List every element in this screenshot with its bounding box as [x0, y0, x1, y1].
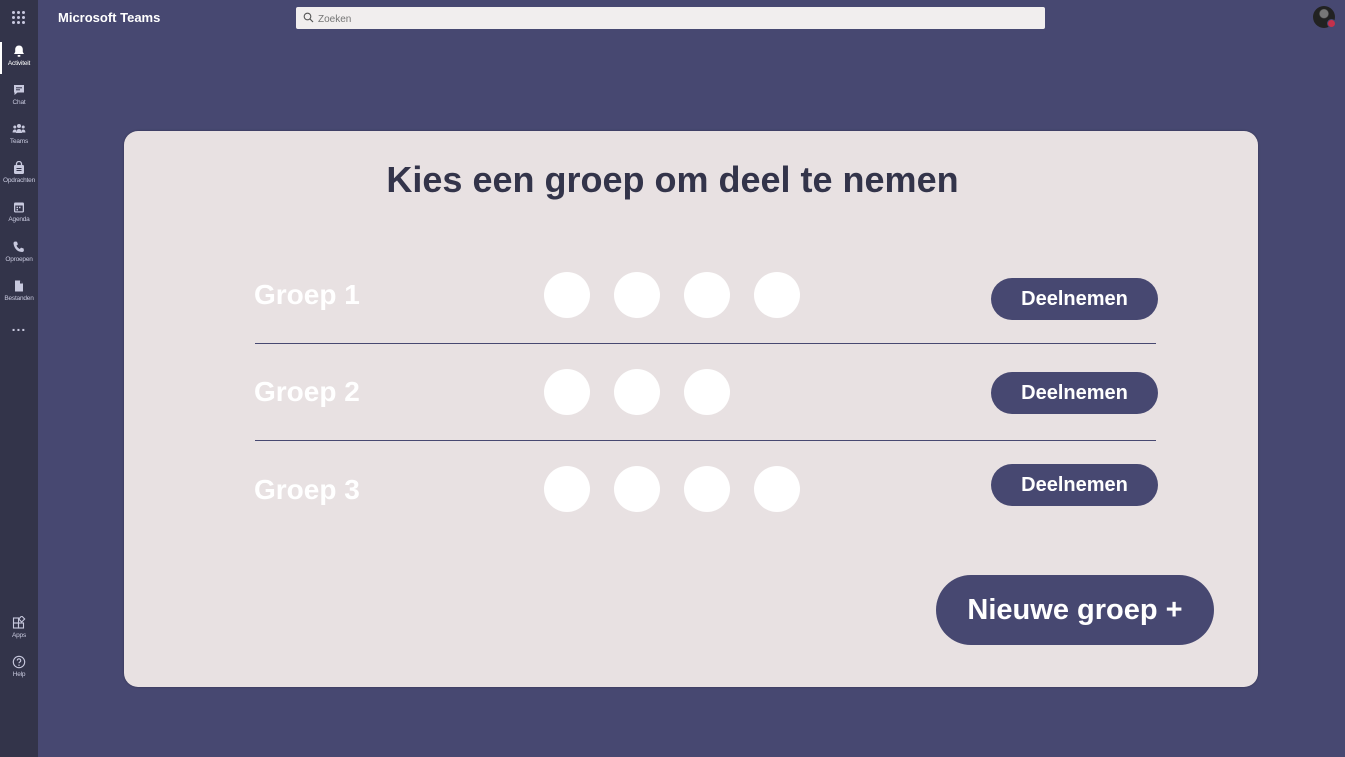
- chat-icon: [14, 85, 24, 95]
- join-group-1-button[interactable]: Deelnemen: [991, 278, 1158, 320]
- rail-item-label: Help: [12, 671, 26, 678]
- rail-item-label: Teams: [9, 138, 29, 145]
- rail-item-assignments[interactable]: Opdrachten: [0, 157, 38, 193]
- rail-item-calls[interactable]: Oproepen: [0, 236, 38, 272]
- teams-icon: [12, 124, 26, 133]
- bell-icon: [14, 45, 24, 57]
- search-bar[interactable]: [296, 7, 1045, 31]
- assignments-icon: [14, 161, 24, 174]
- search-icon: [303, 12, 314, 23]
- page-title: Kies een groep om deel te nemen: [386, 159, 959, 200]
- rail-item-calendar[interactable]: Agenda: [0, 196, 38, 232]
- avatar[interactable]: [1313, 6, 1336, 28]
- join-group-2-button[interactable]: Deelnemen: [991, 372, 1158, 414]
- member-avatar-icon: [614, 369, 660, 415]
- rail-item-label: Apps: [11, 632, 26, 639]
- group-selection-card: Kies een groep om deel te nemen Groep 1 …: [124, 131, 1258, 687]
- app-launcher-icon[interactable]: [12, 11, 25, 24]
- help-icon: [12, 655, 26, 669]
- more-apps-button[interactable]: ...: [0, 318, 38, 338]
- rail-item-apps[interactable]: Apps: [0, 612, 38, 648]
- rail-item-label: Chat: [12, 99, 26, 106]
- join-group-3-button[interactable]: Deelnemen: [991, 464, 1158, 506]
- rail-item-label: Oproepen: [5, 256, 33, 263]
- group-name: Groep 1: [254, 279, 360, 310]
- rail-item-label: Opdrachten: [3, 177, 35, 184]
- apps-icon: [12, 616, 26, 629]
- member-avatar-icon: [614, 272, 660, 318]
- group-name: Groep 3: [254, 474, 360, 505]
- more-icon: ...: [11, 318, 27, 334]
- rail-item-help[interactable]: Help: [0, 651, 38, 687]
- app-title: Microsoft Teams: [58, 10, 161, 25]
- app-rail: Activiteit Chat Teams Opdrachten Agenda …: [0, 0, 38, 757]
- member-avatar-icon: [754, 466, 800, 512]
- search-input[interactable]: [316, 7, 1020, 31]
- rail-item-activity[interactable]: Activiteit: [0, 40, 38, 76]
- divider: [255, 440, 1156, 441]
- rail-item-files[interactable]: Bestanden: [0, 275, 38, 311]
- member-avatar-icon: [614, 466, 660, 512]
- presence-status-icon: [1327, 19, 1336, 28]
- member-avatar-icon: [684, 272, 730, 318]
- rail-item-label: Activiteit: [7, 60, 31, 67]
- rail-item-teams[interactable]: Teams: [0, 118, 38, 154]
- files-icon: [15, 280, 23, 292]
- member-avatar-icon: [544, 466, 590, 512]
- rail-item-label: Bestanden: [4, 295, 34, 302]
- member-avatar-icon: [684, 369, 730, 415]
- phone-icon: [13, 241, 24, 252]
- member-avatar-icon: [544, 272, 590, 318]
- rail-item-chat[interactable]: Chat: [0, 79, 38, 115]
- divider: [255, 343, 1156, 344]
- rail-item-label: Agenda: [8, 216, 30, 223]
- calendar-icon: [14, 202, 24, 213]
- new-group-button[interactable]: Nieuwe groep +: [936, 575, 1214, 645]
- member-avatar-icon: [754, 272, 800, 318]
- member-avatar-icon: [544, 369, 590, 415]
- group-name: Groep 2: [254, 376, 360, 407]
- member-avatar-icon: [684, 466, 730, 512]
